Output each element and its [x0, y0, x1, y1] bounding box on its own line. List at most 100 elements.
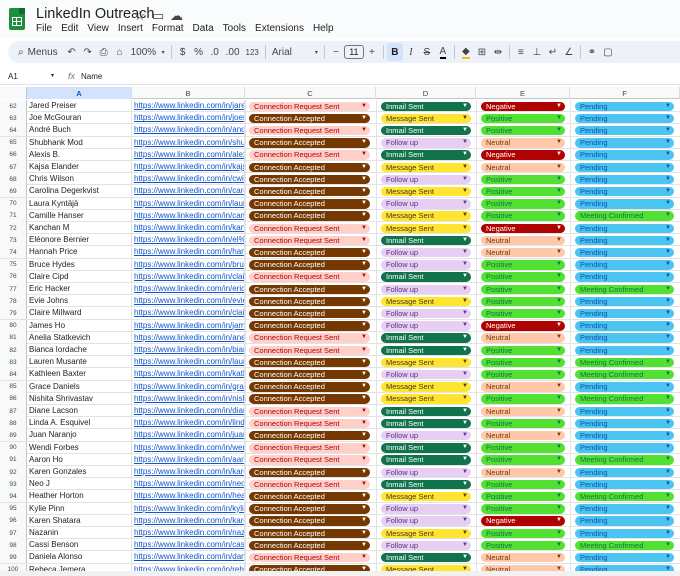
row-number[interactable]: 73: [0, 234, 27, 247]
connection-status-chip[interactable]: Connection Request Sent ▼: [249, 101, 370, 111]
response-chip[interactable]: Positive ▼: [481, 174, 565, 185]
dropdown-arrow-icon[interactable]: ▼: [665, 394, 671, 404]
response-chip[interactable]: Neutral ▼: [481, 467, 565, 477]
response-chip[interactable]: Positive ▼: [481, 186, 565, 197]
dropdown-arrow-icon[interactable]: ▼: [665, 382, 671, 392]
dropdown-arrow-icon[interactable]: ▼: [556, 260, 562, 270]
horizontal-scrollbar[interactable]: [0, 571, 680, 576]
dropdown-arrow-icon[interactable]: ▼: [361, 480, 367, 490]
dropdown-arrow-icon[interactable]: ▼: [361, 516, 367, 526]
dropdown-arrow-icon[interactable]: ▼: [665, 187, 671, 197]
dropdown-arrow-icon[interactable]: ▼: [361, 333, 367, 343]
response-chip[interactable]: Positive ▼: [481, 211, 565, 221]
outreach-type-chip[interactable]: Inmail Sent ▼: [381, 345, 471, 355]
row-number[interactable]: 78: [0, 295, 27, 308]
row-number[interactable]: 97: [0, 527, 27, 539]
name-box[interactable]: A1 ▾: [0, 72, 58, 81]
outreach-type-chip[interactable]: Follow up ▼: [381, 467, 471, 477]
outreach-type-chip[interactable]: Message Sent ▼: [381, 296, 471, 307]
dropdown-arrow-icon[interactable]: ▼: [556, 236, 562, 246]
dropdown-arrow-icon[interactable]: ▼: [361, 150, 367, 160]
response-chip[interactable]: Positive ▼: [481, 113, 565, 124]
dropdown-arrow-icon[interactable]: ▼: [665, 407, 671, 417]
name-cell[interactable]: Aaron Ho: [27, 453, 132, 466]
row-number[interactable]: 84: [0, 368, 27, 381]
meeting-status-chip[interactable]: Meeting Confirmed ▼: [575, 284, 674, 294]
dropdown-arrow-icon[interactable]: ▼: [361, 138, 367, 148]
outreach-type-chip[interactable]: Message Sent ▼: [381, 357, 471, 368]
meeting-status-chip[interactable]: Meeting Confirmed ▼: [575, 455, 674, 465]
meeting-status-chip[interactable]: Pending ▼: [575, 430, 674, 441]
linkedin-url-cell[interactable]: https://www.linkedin.com/in/nish: [132, 392, 245, 405]
dropdown-arrow-icon[interactable]: ▼: [665, 541, 671, 551]
response-chip[interactable]: Positive ▼: [481, 455, 565, 465]
row-number[interactable]: 76: [0, 270, 27, 283]
dropdown-arrow-icon[interactable]: ▼: [556, 199, 562, 209]
dropdown-arrow-icon[interactable]: ▼: [361, 553, 367, 563]
dropdown-arrow-icon[interactable]: ▼: [361, 370, 367, 380]
linkedin-url-cell[interactable]: https://www.linkedin.com/in/bruc: [132, 258, 245, 271]
folder-icon[interactable]: ▭: [152, 8, 164, 24]
font-size-decrease-icon[interactable]: −: [328, 43, 344, 61]
dropdown-arrow-icon[interactable]: ▼: [665, 224, 671, 234]
linkedin-url-cell[interactable]: https://www.linkedin.com/in/joen: [132, 112, 245, 125]
meeting-status-chip[interactable]: Meeting Confirmed ▼: [575, 211, 674, 221]
dropdown-arrow-icon[interactable]: ▼: [665, 553, 671, 563]
outreach-type-chip[interactable]: Inmail Sent ▼: [381, 455, 471, 465]
linkedin-url-cell[interactable]: https://www.linkedin.com/in/heat: [132, 490, 245, 503]
linkedin-url-cell[interactable]: https://www.linkedin.com/in/clair: [132, 307, 245, 320]
dropdown-arrow-icon[interactable]: ▼: [556, 431, 562, 441]
outreach-type-chip[interactable]: Message Sent ▼: [381, 223, 471, 234]
outreach-type-chip[interactable]: Follow up ▼: [381, 284, 471, 295]
dropdown-arrow-icon[interactable]: ▼: [665, 309, 671, 319]
linkedin-url-cell[interactable]: https://www.linkedin.com/in/el%: [132, 234, 245, 247]
dropdown-arrow-icon[interactable]: ▼: [361, 443, 367, 453]
connection-status-chip[interactable]: Connection Accepted ▼: [249, 504, 370, 514]
dropdown-arrow-icon[interactable]: ▼: [462, 333, 468, 343]
row-number[interactable]: 71: [0, 209, 27, 222]
fill-color-icon[interactable]: ◆: [458, 43, 474, 61]
connection-status-chip[interactable]: Connection Accepted ▼: [249, 113, 370, 124]
outreach-type-chip[interactable]: Follow up ▼: [381, 321, 471, 331]
dropdown-arrow-icon[interactable]: ▼: [462, 285, 468, 295]
connection-status-chip[interactable]: Connection Request Sent ▼: [249, 150, 370, 160]
meeting-status-chip[interactable]: Pending ▼: [575, 418, 674, 429]
dropdown-arrow-icon[interactable]: ▼: [462, 382, 468, 392]
dropdown-arrow-icon[interactable]: ▼: [361, 187, 367, 197]
connection-status-chip[interactable]: Connection Request Sent ▼: [249, 406, 370, 416]
name-cell[interactable]: Bianca Iordache: [27, 344, 132, 356]
meeting-status-chip[interactable]: Pending ▼: [575, 308, 674, 319]
meeting-status-chip[interactable]: Pending ▼: [575, 174, 674, 185]
dropdown-arrow-icon[interactable]: ▼: [556, 419, 562, 429]
menu-help[interactable]: Help: [313, 23, 334, 34]
dropdown-arrow-icon[interactable]: ▼: [556, 333, 562, 343]
name-cell[interactable]: James Ho: [27, 319, 132, 332]
name-cell[interactable]: Eric Hacker: [27, 283, 132, 295]
dropdown-arrow-icon[interactable]: ▼: [462, 541, 468, 551]
dropdown-arrow-icon[interactable]: ▼: [462, 199, 468, 209]
dropdown-arrow-icon[interactable]: ▼: [361, 285, 367, 295]
dropdown-arrow-icon[interactable]: ▼: [665, 516, 671, 526]
name-cell[interactable]: Laura Kyntäjä: [27, 197, 132, 210]
menus-search-button[interactable]: ⌕ Menus: [8, 43, 64, 61]
dropdown-arrow-icon[interactable]: ▼: [361, 211, 367, 221]
dropdown-arrow-icon[interactable]: ▼: [665, 333, 671, 343]
row-number[interactable]: 66: [0, 148, 27, 161]
row-number[interactable]: 64: [0, 124, 27, 137]
insert-comment-icon[interactable]: ▢: [600, 43, 616, 61]
connection-status-chip[interactable]: Connection Request Sent ▼: [249, 333, 370, 343]
name-cell[interactable]: Karen Shatara: [27, 514, 132, 527]
dropdown-arrow-icon[interactable]: ▼: [556, 126, 562, 136]
number-format-button[interactable]: 123: [243, 43, 262, 61]
connection-status-chip[interactable]: Connection Accepted ▼: [249, 369, 370, 380]
name-cell[interactable]: Wendi Forbes: [27, 441, 132, 454]
dropdown-arrow-icon[interactable]: ▼: [462, 163, 468, 173]
row-number[interactable]: 69: [0, 185, 27, 198]
dropdown-arrow-icon[interactable]: ▼: [462, 236, 468, 246]
dropdown-arrow-icon[interactable]: ▼: [361, 126, 367, 136]
dropdown-arrow-icon[interactable]: ▼: [462, 224, 468, 234]
dropdown-arrow-icon[interactable]: ▼: [361, 394, 367, 404]
dropdown-arrow-icon[interactable]: ▼: [462, 114, 468, 124]
row-number[interactable]: 82: [0, 344, 27, 356]
response-chip[interactable]: Neutral ▼: [481, 333, 565, 343]
